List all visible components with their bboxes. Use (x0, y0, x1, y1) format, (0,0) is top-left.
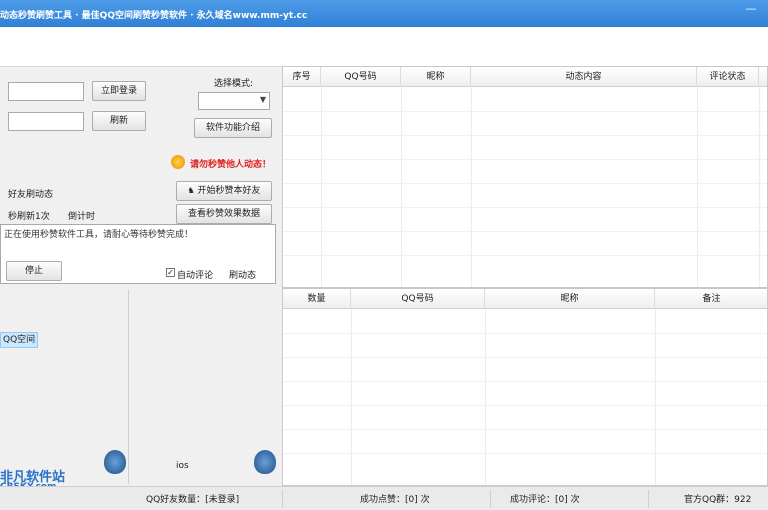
auto-comment-checkbox[interactable]: ✓ (166, 268, 175, 277)
minimize-icon[interactable]: — (744, 3, 758, 18)
status-sep (490, 490, 491, 508)
praise-record-grid[interactable]: 数量 QQ号码 昵称 备注 (282, 288, 768, 486)
start-icon: ♞ (187, 186, 195, 195)
grid-line (471, 87, 472, 287)
start-praise-button[interactable]: ♞ 开始秒赞本好友 (176, 181, 272, 201)
grid-header-2: 数量 QQ号码 昵称 备注 (283, 289, 767, 309)
grid-line (283, 405, 767, 406)
dynamic-label: 刷动态 (26, 190, 54, 200)
grid-line (283, 135, 767, 136)
grid-line (283, 231, 767, 232)
col-nickname[interactable]: 昵称 (401, 67, 471, 87)
grid-line (283, 381, 767, 382)
grid-line (655, 309, 656, 485)
start-praise-label: 开始秒赞本好友 (197, 186, 261, 196)
interval-label: 秒刷新1次 (8, 212, 50, 222)
grid-line (283, 207, 767, 208)
comment-success: 成功评论：[0] 次 (510, 495, 580, 505)
smiley-icon (171, 155, 185, 169)
grid-line (759, 87, 760, 287)
praise-success: 成功点赞：[0] 次 (360, 495, 430, 505)
grid-header: 序号 QQ号码 昵称 动态内容 评论状态 时间 (283, 67, 767, 87)
select-label: 选择模式: (214, 79, 254, 89)
grid-line (283, 183, 767, 184)
friend-label: 好友 (8, 190, 27, 200)
grid-line (283, 429, 767, 430)
qq-input[interactable] (8, 82, 84, 101)
col-count[interactable]: 数量 (283, 289, 351, 309)
refresh-button[interactable]: 刷新 (92, 111, 146, 131)
title-bar: 动态秒赞刷赞工具 · 最佳QQ空间刷赞秒赞软件 · 永久域名www.mm-yt.… (0, 0, 768, 27)
refresh-dynamic-label: 刷动态 (229, 271, 257, 281)
grid-line (283, 255, 767, 256)
timer-label: 倒计时 (68, 212, 96, 222)
window-title: 动态秒赞刷赞工具 · 最佳QQ空间刷赞秒赞软件 · 永久域名www.mm-yt.… (0, 11, 308, 21)
tab-qq-space[interactable]: QQ空间 (0, 332, 38, 348)
col-qq[interactable]: QQ号码 (321, 67, 401, 87)
chevron-down-icon: ▼ (259, 95, 266, 104)
grid-line (283, 159, 767, 160)
status-sep (648, 490, 649, 508)
friend-count: QQ好友数量：[未登录] (146, 495, 240, 505)
grid-line (321, 87, 322, 287)
praise-stats-button[interactable]: 查看秒赞效果数据 (176, 204, 272, 224)
col-nickname-2[interactable]: 昵称 (485, 289, 655, 309)
grid-line (283, 333, 767, 334)
login-button[interactable]: 立即登录 (92, 81, 146, 101)
menu-band (0, 27, 768, 67)
left-divider (128, 290, 129, 484)
official-qq: 官方QQ群：922 (684, 495, 752, 505)
warning-text: 请勿秒赞他人动态！ (190, 160, 272, 170)
left-lower-area (0, 288, 278, 484)
apple-icon (104, 450, 126, 474)
grid-line (283, 357, 767, 358)
status-bar: QQ好友数量：[未登录] 成功点赞：[0] 次 成功评论：[0] 次 官方QQ群… (0, 486, 768, 510)
grid-line (283, 111, 767, 112)
grid-line (485, 309, 486, 485)
col-time[interactable]: 时间 (759, 67, 767, 87)
ios-label: ios (176, 461, 189, 471)
password-input[interactable] (8, 112, 84, 131)
grid-line (401, 87, 402, 287)
dynamic-list-grid[interactable]: 序号 QQ号码 昵称 动态内容 评论状态 时间 (282, 66, 768, 288)
grid-line (697, 87, 698, 287)
col-content[interactable]: 动态内容 (471, 67, 697, 87)
apple-icon-2 (254, 450, 276, 474)
stop-button[interactable]: 停止 (6, 261, 62, 281)
intro-button[interactable]: 软件功能介绍 (194, 118, 272, 138)
grid-line (283, 453, 767, 454)
col-note[interactable]: 备注 (655, 289, 767, 309)
col-comment-status[interactable]: 评论状态 (697, 67, 759, 87)
col-qq-2[interactable]: QQ号码 (351, 289, 485, 309)
mode-select[interactable]: ▼ (198, 92, 270, 110)
auto-comment-label: 自动评论 (177, 271, 214, 281)
col-index[interactable]: 序号 (283, 67, 321, 87)
grid-line (351, 309, 352, 485)
status-sep (282, 490, 283, 508)
